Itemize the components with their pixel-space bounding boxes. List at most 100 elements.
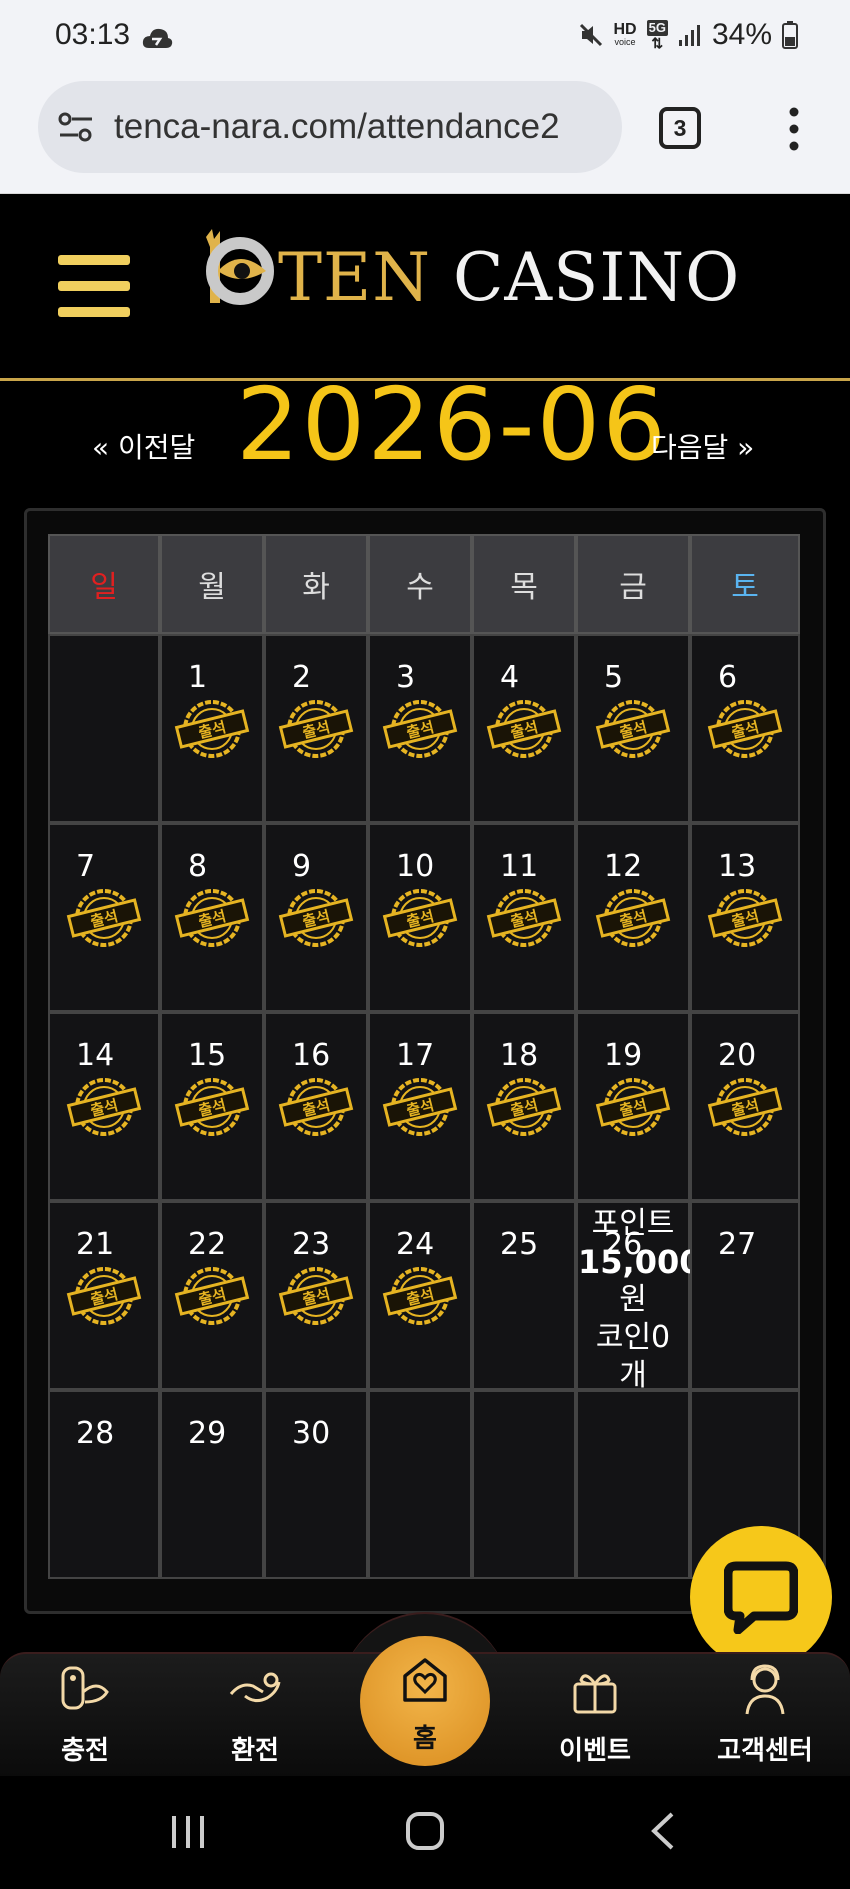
day-number: 27 — [718, 1227, 757, 1262]
weekday-header-row: 일월화수목금토 — [48, 534, 800, 634]
site-settings-icon[interactable] — [58, 111, 94, 143]
day-number: 13 — [718, 849, 757, 884]
day-number: 2 — [292, 660, 312, 695]
calendar-day-cell[interactable]: 23 출석 — [264, 1201, 368, 1390]
attendance-calendar: 일월화수목금토 1 출석 2 출석 3 출석 4 출석 5 출석 6 출석 7 출석 8 출석 9 출석 10 출석 1… — [48, 534, 800, 1579]
day-number: 21 — [76, 1227, 115, 1262]
site-logo[interactable]: TEN CASINO — [196, 225, 739, 316]
calendar-day-cell[interactable]: 5 출석 — [576, 634, 690, 823]
day-number: 24 — [396, 1227, 435, 1262]
site-header: TEN CASINO — [0, 195, 850, 381]
menu-icon[interactable] — [58, 255, 130, 317]
exchange-icon — [229, 1672, 281, 1703]
day-number: 7 — [76, 849, 96, 884]
chat-button[interactable] — [690, 1526, 832, 1668]
day-number: 16 — [292, 1038, 331, 1073]
calendar-day-cell[interactable]: 19 출석 — [576, 1012, 690, 1201]
calendar-day-cell[interactable]: 25 — [472, 1201, 576, 1390]
calendar-day-cell[interactable]: 26 포인트 15,000 원 코인0 개 — [576, 1201, 701, 1393]
calendar-day-cell[interactable]: 16 출석 — [264, 1012, 368, 1201]
next-month-link[interactable]: 다음달 » — [651, 426, 754, 466]
day-number: 1 — [188, 660, 208, 695]
calendar-day-cell[interactable]: 3 출석 — [368, 634, 472, 823]
calendar-day-cell[interactable]: 22 출석 — [160, 1201, 264, 1390]
attendance-stamp-icon: 출석 — [174, 889, 250, 947]
attendance-stamp-icon: 출석 — [707, 700, 783, 758]
calendar-day-cell[interactable]: 10 출석 — [368, 823, 472, 1012]
calendar-day-cell[interactable]: 13 출석 — [690, 823, 800, 1012]
day-number: 22 — [188, 1227, 227, 1262]
cloud-icon — [142, 28, 173, 48]
logo-ten: TEN — [278, 239, 431, 316]
calendar-day-cell[interactable]: 2 출석 — [264, 634, 368, 823]
back-icon[interactable] — [648, 1810, 678, 1852]
weekday-header: 토 — [690, 534, 800, 634]
more-options-icon[interactable] — [782, 106, 806, 152]
calendar-day-cell[interactable]: 7 출석 — [48, 823, 160, 1012]
calendar-day-cell[interactable]: 9 출석 — [264, 823, 368, 1012]
logo-emblem-icon — [206, 229, 274, 305]
home-system-icon[interactable] — [404, 1810, 446, 1852]
battery-icon — [782, 21, 798, 49]
day-number: 14 — [76, 1038, 115, 1073]
hd-voice-icon: HD voice — [613, 21, 637, 48]
nav-support-label: 고객센터 — [717, 1736, 813, 1766]
calendar-day-cell[interactable]: 17 출석 — [368, 1012, 472, 1201]
attendance-stamp-icon: 출석 — [174, 700, 250, 758]
nav-event[interactable]: 이벤트 — [535, 1654, 655, 1778]
calendar-day-cell[interactable]: 8 출석 — [160, 823, 264, 1012]
month-title: 2026-06 — [236, 366, 668, 483]
calendar-day-cell[interactable]: 20 출석 — [690, 1012, 800, 1201]
nav-home[interactable]: 홈 — [360, 1636, 490, 1766]
day-number: 12 — [604, 849, 643, 884]
calendar-week-row: 14 출석 15 출석 16 출석 17 출석 18 출석 19 출석 20 출석 — [48, 1012, 800, 1201]
day-number: 30 — [292, 1416, 331, 1451]
weekday-header: 월 — [160, 534, 264, 634]
nav-charge[interactable]: 충전 — [25, 1654, 145, 1778]
calendar-day-cell[interactable]: 4 출석 — [472, 634, 576, 823]
reward-line: 코인0 — [595, 1320, 671, 1355]
recent-apps-icon[interactable] — [168, 1812, 208, 1852]
calendar-day-cell[interactable]: 24 출석 — [368, 1201, 472, 1390]
attendance-stamp-icon: 출석 — [486, 889, 562, 947]
calendar-day-cell[interactable]: 12 출석 — [576, 823, 690, 1012]
battery-percent: 34% — [711, 18, 772, 51]
calendar-day-cell[interactable]: 11 출석 — [472, 823, 576, 1012]
prev-month-link[interactable]: « 이전달 — [92, 426, 195, 466]
calendar-empty-cell — [48, 634, 160, 823]
weekday-header: 목 — [472, 534, 576, 634]
logo-text: TEN CASINO — [278, 239, 740, 316]
calendar-week-row: 1 출석 2 출석 3 출석 4 출석 5 출석 6 출석 — [48, 634, 800, 823]
calendar-empty-cell — [368, 1390, 472, 1579]
attendance-stamp-icon: 출석 — [707, 1078, 783, 1136]
url-text[interactable]: tenca-nara.com/attendance2 — [114, 107, 560, 147]
reward-line: 15,000 — [578, 1243, 702, 1281]
calendar-day-cell[interactable]: 15 출석 — [160, 1012, 264, 1201]
day-number: 28 — [76, 1416, 115, 1451]
nav-home-label: 홈 — [413, 1724, 437, 1754]
reward-tooltip: 포인트 15,000 원 코인0 개 — [578, 1205, 702, 1395]
calendar-week-row: 21 출석 22 출석 23 출석 24 출석 25 26 포인트 15,000 원 코인0 개 27 — [48, 1201, 800, 1393]
attendance-stamp-icon: 출석 — [595, 700, 671, 758]
address-bar[interactable]: tenca-nara.com/attendance2 — [38, 81, 622, 173]
attendance-stamp-icon: 출석 — [278, 700, 354, 758]
nav-support[interactable]: 고객센터 — [705, 1654, 825, 1778]
calendar-day-cell[interactable]: 28 — [48, 1390, 160, 1579]
calendar-day-cell[interactable]: 6 출석 — [690, 634, 800, 823]
attendance-stamp-icon: 출석 — [382, 1078, 458, 1136]
day-number: 29 — [188, 1416, 227, 1451]
weekday-header: 일 — [48, 534, 160, 634]
calendar-day-cell[interactable]: 14 출석 — [48, 1012, 160, 1201]
calendar-day-cell[interactable]: 21 출석 — [48, 1201, 160, 1390]
calendar-day-cell[interactable]: 29 — [160, 1390, 264, 1579]
nav-exchange[interactable]: 환전 — [195, 1654, 315, 1778]
day-number: 11 — [500, 849, 539, 884]
calendar-day-cell[interactable]: 1 출석 — [160, 634, 264, 823]
calendar-day-cell[interactable]: 18 출석 — [472, 1012, 576, 1201]
tab-switcher-button[interactable]: 3 — [659, 107, 701, 149]
day-number: 3 — [396, 660, 416, 695]
day-number: 8 — [188, 849, 208, 884]
day-number: 15 — [188, 1038, 227, 1073]
calendar-day-cell[interactable]: 30 — [264, 1390, 368, 1579]
calendar-day-cell[interactable]: 27 — [690, 1201, 800, 1390]
